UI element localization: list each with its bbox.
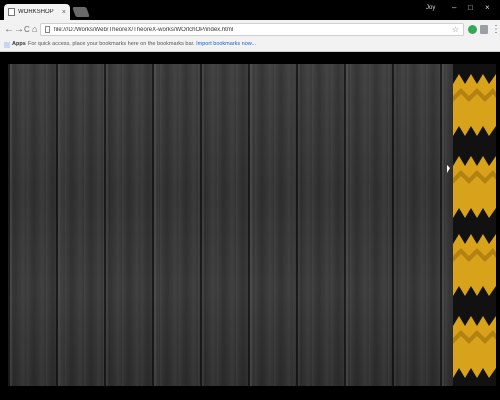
browser-toolbar: ← → C ⌂ file:///D:/Works/Web/TheoreX/The…: [0, 20, 500, 39]
extension-2-icon[interactable]: [480, 25, 488, 34]
bookmarks-hint: For quick access, place your bookmarks h…: [28, 41, 256, 47]
menu-icon[interactable]: ⋮: [491, 23, 500, 36]
bookmarks-bar: Apps For quick access, place your bookma…: [0, 39, 500, 52]
close-window-button[interactable]: ×: [485, 3, 490, 13]
page-favicon-icon: [8, 8, 15, 16]
tab-close-icon[interactable]: ×: [62, 9, 66, 16]
forward-arrow-icon[interactable]: →: [14, 23, 24, 36]
new-tab-button[interactable]: [72, 7, 90, 17]
extension-icon[interactable]: [468, 25, 477, 34]
import-bookmarks-link[interactable]: Import bookmarks now...: [196, 41, 256, 47]
tab-strip: WORKSHOP × Joy – □ ×: [0, 0, 500, 20]
bookmark-star-icon[interactable]: ☆: [452, 25, 459, 34]
zigzag-ornament-3: [453, 234, 496, 296]
apps-grid-icon[interactable]: [4, 42, 10, 48]
reload-icon[interactable]: C: [24, 23, 30, 36]
browser-tab[interactable]: WORKSHOP ×: [4, 4, 70, 20]
address-bar[interactable]: file:///D:/Works/Web/TheoreX/TheoreX-wor…: [40, 23, 464, 36]
back-arrow-icon[interactable]: ←: [4, 23, 14, 36]
wood-plank-background: [8, 64, 453, 386]
profile-name[interactable]: Joy: [426, 5, 435, 11]
zigzag-ornament-4: [453, 316, 496, 378]
page-viewport: [0, 52, 500, 400]
file-page-icon: [45, 26, 50, 33]
apps-shortcut[interactable]: Apps: [12, 41, 26, 47]
home-icon[interactable]: ⌂: [32, 23, 37, 36]
zigzag-ornament-2: [453, 156, 496, 218]
zigzag-ornament-1: [453, 74, 496, 136]
minimize-button[interactable]: –: [452, 3, 456, 13]
side-decoration-strip: [453, 64, 496, 386]
url-text[interactable]: file:///D:/Works/Web/TheoreX/TheoreX-wor…: [54, 27, 452, 33]
bookmarks-hint-text: For quick access, place your bookmarks h…: [28, 41, 195, 47]
tab-title: WORKSHOP: [18, 9, 54, 15]
maximize-button[interactable]: □: [468, 3, 473, 13]
mouse-cursor-icon: [447, 165, 450, 173]
